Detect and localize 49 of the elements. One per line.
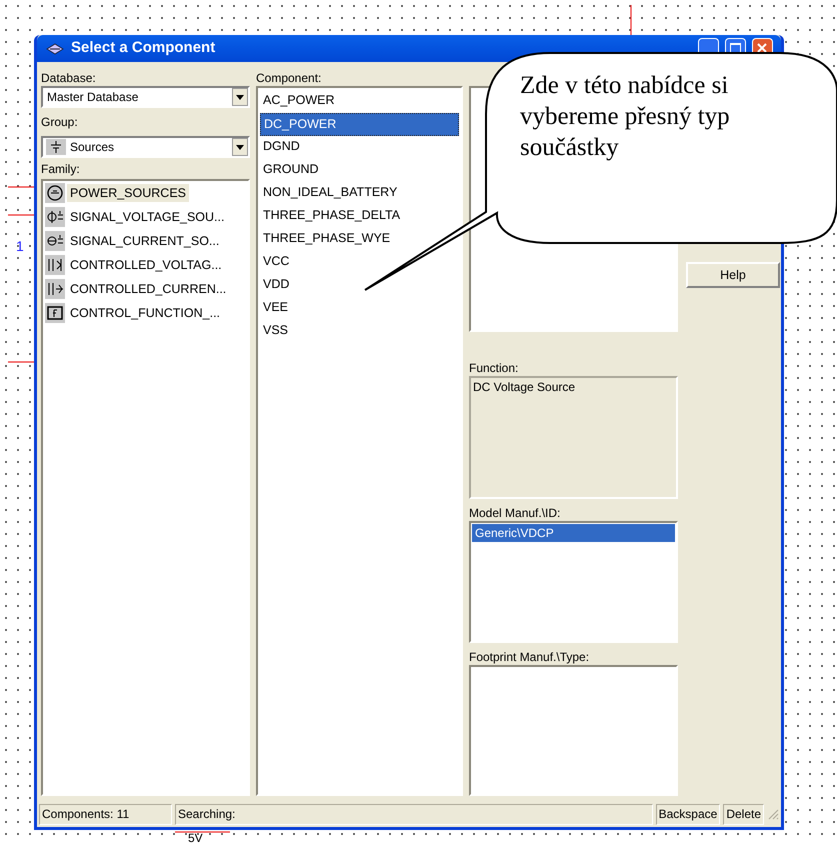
model-list-item[interactable]: Generic\VDCP <box>472 524 675 542</box>
field-label: Component: <box>256 70 322 86</box>
component-list-item[interactable]: VDD <box>260 274 459 297</box>
close-icon <box>757 43 768 52</box>
function-text: DC Voltage Source <box>473 380 576 394</box>
close-button[interactable] <box>752 38 773 52</box>
field-label: Footprint Manuf.\Type: <box>469 649 590 665</box>
component-family-icon <box>45 303 65 323</box>
component-list-item[interactable]: NON_IDEAL_BATTERY <box>260 182 459 205</box>
status-pane: Backspace <box>656 804 720 824</box>
component-list-item[interactable]: DGND <box>260 136 459 159</box>
callout-text: Zde v této nabídce si vybereme přesný typ součástky <box>520 71 731 163</box>
schematic-label: 5V <box>188 832 203 844</box>
component-list-item[interactable]: VEE <box>260 297 459 320</box>
component-list-item[interactable]: GROUND <box>260 159 459 182</box>
family-list-item[interactable]: SIGNAL_VOLTAGE_SOU... <box>45 207 246 227</box>
app-icon <box>45 42 65 56</box>
help-button[interactable]: Help <box>686 262 780 288</box>
family-list-item[interactable]: CONTROL_FUNCTION_... <box>45 303 246 323</box>
family-list-item[interactable]: SIGNAL_CURRENT_SO... <box>45 231 246 251</box>
component-family-icon <box>45 207 65 227</box>
schematic-label: 1 <box>16 237 24 256</box>
field-label: Model Manuf.\ID: <box>469 505 562 521</box>
component-list-item[interactable]: VCC <box>260 251 459 274</box>
component-list-item[interactable]: THREE_PHASE_WYE <box>260 228 459 251</box>
battery-icon <box>46 139 66 155</box>
component-family-icon <box>45 279 65 299</box>
component-list-item[interactable]: VSS <box>260 320 459 343</box>
family-list-item[interactable]: CONTROLLED_VOLTAG... <box>45 255 246 275</box>
component-family-icon <box>45 255 65 275</box>
field-label: Group: <box>41 114 79 130</box>
component-list-item[interactable]: DC_POWER <box>260 113 459 136</box>
dropdown-field[interactable]: Master Database <box>41 86 250 108</box>
component-family-icon <box>45 183 65 203</box>
component-family-icon <box>45 231 65 251</box>
component-list-item[interactable]: THREE_PHASE_DELTA <box>260 205 459 228</box>
status-pane: Delete <box>723 804 764 824</box>
resize-grip-icon <box>767 808 779 820</box>
family-list-item[interactable]: CONTROLLED_CURREN... <box>45 279 246 299</box>
component-list-item[interactable]: AC_POWER <box>260 90 459 113</box>
window-title: Select a Component <box>71 38 216 58</box>
maximize-button[interactable] <box>725 38 746 52</box>
field-label: Function: <box>469 360 520 376</box>
dropdown-field[interactable]: Sources <box>41 136 250 158</box>
field-label: Family: <box>41 161 81 177</box>
status-pane: Components: 11 <box>39 804 172 824</box>
minimize-button[interactable] <box>698 38 719 52</box>
status-pane: Searching: <box>175 804 653 824</box>
field-label: Database: <box>41 70 97 86</box>
